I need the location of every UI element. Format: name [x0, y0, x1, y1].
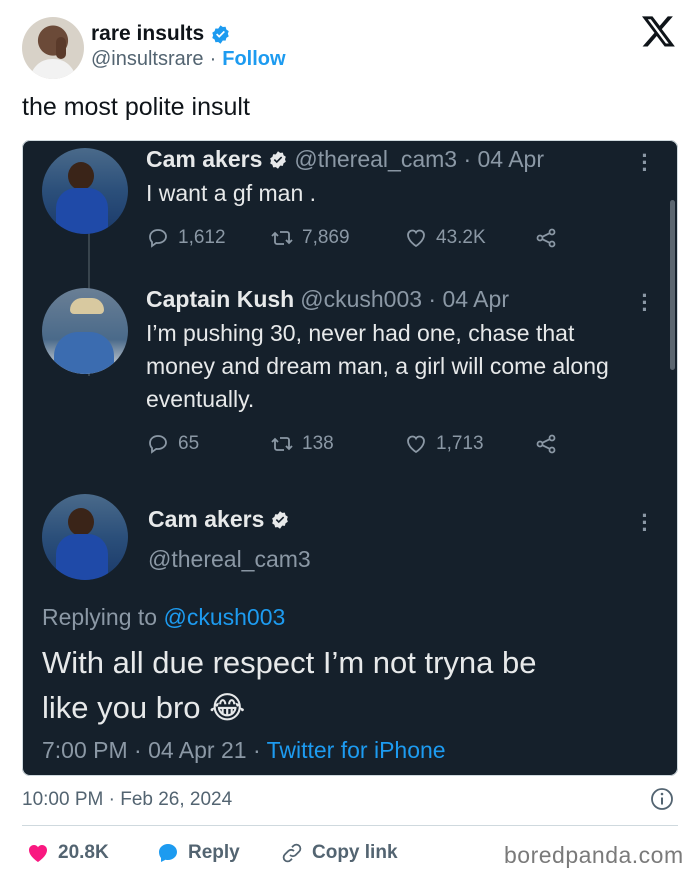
share-action[interactable]	[534, 226, 558, 250]
tweet3-text-line: With all due respect I’m not tryna be	[42, 645, 537, 680]
tweet3-text-line2: like you bro 😂	[42, 685, 537, 730]
reply-count: 65	[178, 433, 200, 454]
like-count: 43.2K	[436, 227, 486, 248]
verified-badge-icon	[212, 24, 229, 44]
retweet-icon	[271, 437, 293, 451]
tweet1-name[interactable]: Cam akers	[146, 146, 262, 173]
tweet3-meta: 7:00 PM · 04 Apr 21 · Twitter for iPhone	[42, 737, 446, 764]
like-count: 20.8K	[58, 842, 109, 863]
reply-icon	[149, 229, 167, 248]
kush-avatar[interactable]	[42, 288, 128, 374]
laughing-emoji: 😂	[209, 690, 246, 725]
share-icon	[536, 228, 556, 248]
cam-avatar[interactable]	[42, 494, 128, 580]
tweet2-actions: 65 138 1,713	[146, 432, 586, 456]
tweet1-header: Cam akers @thereal_cam3 · 04 Apr	[146, 146, 544, 173]
retweet-count: 138	[302, 433, 334, 454]
more-icon[interactable]: · · ·	[640, 145, 650, 181]
avatar-shirt	[30, 59, 76, 79]
like-button[interactable]: 20.8K	[26, 836, 109, 870]
tweet2-text-line: I’m pushing 30, never had one, chase tha…	[146, 320, 575, 346]
copy-link-button[interactable]: Copy link	[280, 836, 398, 870]
reply-action[interactable]: 1,612	[146, 226, 270, 250]
like-count: 1,713	[436, 433, 484, 454]
tweet3-name-row: Cam akers	[148, 506, 290, 533]
x-logo-icon[interactable]	[642, 16, 676, 48]
author-avatar[interactable]	[22, 17, 84, 79]
tweet3-text: With all due respect I’m not tryna be li…	[42, 640, 537, 730]
reply-action[interactable]: 65	[146, 432, 270, 456]
tweet2-name[interactable]: Captain Kush	[146, 286, 294, 313]
replying-to-handle[interactable]: @ckush003	[163, 604, 285, 630]
like-icon	[407, 435, 425, 454]
tweet3-client[interactable]: Twitter for iPhone	[267, 737, 446, 763]
handle-line: @insultsrare · Follow	[91, 48, 286, 71]
author-name[interactable]: rare insults	[91, 22, 204, 46]
like-action[interactable]: 1,713	[404, 432, 534, 456]
tweet3-handle[interactable]: @thereal_cam3	[148, 546, 311, 573]
copy-link-label: Copy link	[312, 842, 398, 863]
info-icon[interactable]	[650, 787, 674, 811]
tweet1-handle-time: @thereal_cam3 · 04 Apr	[294, 146, 545, 172]
like-action[interactable]: 43.2K	[404, 226, 534, 250]
replying-to-line: Replying to @ckush003	[42, 604, 285, 631]
scrollbar-thumb[interactable]	[670, 200, 675, 370]
retweet-count: 7,869	[302, 227, 350, 248]
tweet1-text: I want a gf man .	[146, 180, 317, 206]
embedded-screenshot: Cam akers @thereal_cam3 · 04 Apr · · · I w…	[22, 140, 678, 776]
retweet-icon	[271, 231, 293, 245]
reply-icon	[149, 435, 167, 454]
more-icon[interactable]: · · ·	[640, 505, 650, 541]
author-handle[interactable]: @insultsrare	[91, 48, 204, 71]
heart-icon	[29, 845, 47, 862]
tweet2-text-line: eventually.	[146, 386, 255, 412]
watermark: boredpanda.com	[504, 842, 684, 868]
avatar-hand	[56, 37, 66, 59]
author-name-row[interactable]: rare insults	[91, 22, 231, 46]
tweet2-header: Captain Kush @ckush003 · 04 Apr	[146, 286, 509, 313]
verified-badge-icon	[272, 510, 289, 529]
tweet2-handle-time: @ckush003 · 04 Apr	[300, 286, 509, 312]
like-icon	[407, 229, 425, 248]
tweet3-text-line: like you bro	[42, 690, 201, 725]
reply-icon	[159, 844, 177, 862]
tweet3-time-date: 7:00 PM · 04 Apr 21 ·	[42, 737, 261, 763]
retweet-action[interactable]: 138	[270, 432, 404, 456]
post-timestamp[interactable]: 10:00 PM · Feb 26, 2024	[22, 789, 232, 811]
handle-separator: ·	[209, 48, 217, 70]
share-icon	[536, 434, 556, 454]
verified-badge-icon	[270, 150, 287, 169]
retweet-action[interactable]: 7,869	[270, 226, 404, 250]
tweet2-text-line: money and dream man, a girl will come al…	[146, 353, 609, 379]
more-icon[interactable]: · · ·	[640, 285, 650, 321]
reply-button[interactable]: Reply	[156, 836, 240, 870]
tweet3-name[interactable]: Cam akers	[148, 506, 264, 533]
copy-link-icon	[282, 843, 302, 863]
footer-divider	[22, 825, 678, 826]
follow-button[interactable]: Follow	[222, 48, 285, 71]
share-action[interactable]	[534, 432, 558, 456]
reply-label: Reply	[188, 842, 240, 863]
replying-prefix: Replying to	[42, 604, 158, 630]
tweet1-actions: 1,612 7,869 43.2K	[146, 226, 586, 250]
tweet2-text: I’m pushing 30, never had one, chase tha…	[146, 317, 609, 416]
post-text: the most polite insult	[22, 93, 250, 121]
reply-count: 1,612	[178, 227, 226, 248]
cam-avatar[interactable]	[42, 148, 128, 234]
